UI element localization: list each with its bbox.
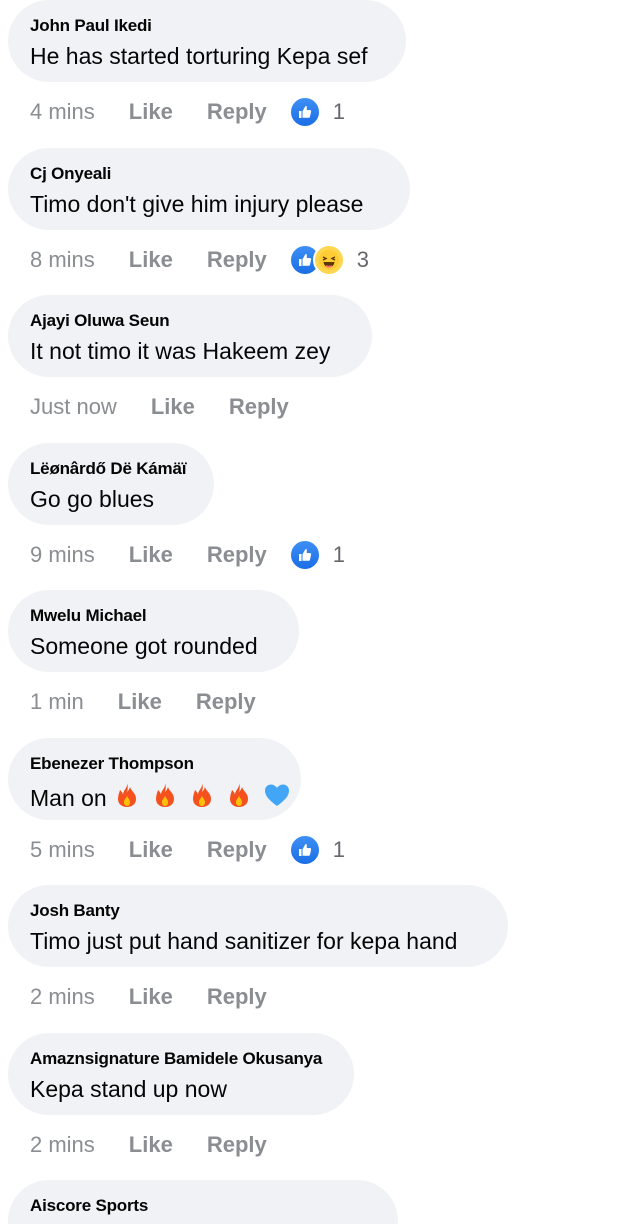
fire-icon — [230, 783, 249, 807]
comment-meta: 4 mins Like Reply 1 — [30, 96, 345, 128]
comment-time[interactable]: 2 mins — [30, 1132, 95, 1158]
comment-author[interactable]: Aiscore Sports — [30, 1196, 376, 1216]
comment-meta: 2 mins Like Reply — [30, 1130, 267, 1160]
comment-item: Josh Banty Timo just put hand sanitizer … — [0, 885, 617, 1032]
comment-meta: Just now Like Reply — [30, 392, 289, 422]
comment-item: Amaznsignature Bamidele Okusanya Kepa st… — [0, 1033, 617, 1180]
comment-author[interactable]: Josh Banty — [30, 901, 486, 921]
comment-item: John Paul Ikedi He has started torturing… — [0, 0, 617, 147]
comment-item: Ajayi Oluwa Seun It not timo it was Hake… — [0, 295, 617, 442]
reply-button[interactable]: Reply — [207, 1132, 267, 1158]
comment-text: Timo just put hand sanitizer for kepa ha… — [30, 928, 458, 954]
reply-button[interactable]: Reply — [229, 394, 289, 420]
comment-item: Aiscore Sports — [0, 1180, 617, 1224]
like-button[interactable]: Like — [129, 1132, 173, 1158]
comment-time[interactable]: 5 mins — [30, 837, 95, 863]
like-button[interactable]: Like — [129, 542, 173, 568]
reaction-count: 1 — [332, 542, 345, 567]
blue-heart-icon — [264, 784, 289, 806]
comment-time[interactable]: 2 mins — [30, 984, 95, 1010]
comment-time[interactable]: 8 mins — [30, 247, 95, 273]
like-button[interactable]: Like — [129, 837, 173, 863]
comment-bubble[interactable]: Amaznsignature Bamidele Okusanya Kepa st… — [8, 1033, 354, 1115]
comment-author[interactable]: Lëønârdő Dë Kámäï — [30, 459, 192, 479]
reaction-count: 1 — [332, 837, 345, 862]
reply-button[interactable]: Reply — [207, 837, 267, 863]
comment-author[interactable]: Cj Onyeali — [30, 164, 388, 184]
comment-bubble[interactable]: Aiscore Sports — [8, 1180, 398, 1224]
reply-button[interactable]: Reply — [207, 984, 267, 1010]
comment-author[interactable]: Amaznsignature Bamidele Okusanya — [30, 1049, 332, 1069]
comment-meta: 8 mins Like Reply 3 — [30, 244, 369, 276]
comment-meta: 5 mins Like Reply 1 — [30, 834, 345, 866]
comment-text: Man on — [30, 781, 289, 812]
reaction-summary[interactable]: 1 — [288, 539, 345, 571]
comment-bubble[interactable]: Lëønârdő Dë Kámäï Go go blues — [8, 443, 214, 525]
reaction-summary[interactable]: 1 — [288, 834, 345, 866]
like-button[interactable]: Like — [151, 394, 195, 420]
haha-reaction-icon — [312, 244, 345, 276]
comment-bubble[interactable]: Josh Banty Timo just put hand sanitizer … — [8, 885, 508, 967]
emoji-group — [113, 783, 294, 811]
like-button[interactable]: Like — [129, 984, 173, 1010]
comment-meta: 9 mins Like Reply 1 — [30, 539, 345, 571]
comment-item: Mwelu Michael Someone got rounded 1 min … — [0, 590, 617, 737]
like-button[interactable]: Like — [129, 247, 173, 273]
comment-text: Someone got rounded — [30, 633, 258, 659]
reaction-summary[interactable]: 1 — [288, 96, 345, 128]
reaction-summary[interactable]: 3 — [288, 244, 369, 276]
comment-bubble[interactable]: John Paul Ikedi He has started torturing… — [8, 0, 406, 82]
reaction-count: 3 — [356, 247, 369, 272]
comment-text: Timo don't give him injury please — [30, 191, 364, 217]
reply-button[interactable]: Reply — [207, 247, 267, 273]
fire-icon — [155, 783, 174, 807]
comment-bubble[interactable]: Ebenezer Thompson Man on — [8, 738, 301, 820]
fire-icon — [118, 783, 137, 807]
reply-button[interactable]: Reply — [207, 99, 267, 125]
comment-time[interactable]: 1 min — [30, 689, 84, 715]
comment-item: Cj Onyeali Timo don't give him injury pl… — [0, 148, 617, 295]
like-reaction-icon — [288, 539, 321, 571]
comment-item: Lëønârdő Dë Kámäï Go go blues 9 mins Lik… — [0, 443, 617, 590]
comment-text-content: Man on — [30, 785, 107, 811]
comment-bubble[interactable]: Ajayi Oluwa Seun It not timo it was Hake… — [8, 295, 372, 377]
comment-text: Go go blues — [30, 486, 155, 512]
comment-author[interactable]: John Paul Ikedi — [30, 16, 384, 36]
comment-meta: 1 min Like Reply — [30, 687, 256, 717]
comment-time[interactable]: 4 mins — [30, 99, 95, 125]
comment-meta: 2 mins Like Reply — [30, 982, 267, 1012]
comment-text: It not timo it was Hakeem zey — [30, 338, 331, 364]
comment-text: He has started torturing Kepa sef — [30, 43, 368, 69]
comment-text: Kepa stand up now — [30, 1076, 227, 1102]
comment-author[interactable]: Mwelu Michael — [30, 606, 277, 626]
comment-time[interactable]: Just now — [30, 394, 117, 420]
reply-button[interactable]: Reply — [196, 689, 256, 715]
like-reaction-icon — [288, 834, 321, 866]
comment-author[interactable]: Ajayi Oluwa Seun — [30, 311, 350, 331]
fire-icon — [192, 783, 211, 807]
comment-time[interactable]: 9 mins — [30, 542, 95, 568]
like-reaction-icon — [288, 96, 321, 128]
reaction-count: 1 — [332, 99, 345, 124]
comment-bubble[interactable]: Cj Onyeali Timo don't give him injury pl… — [8, 148, 410, 230]
reply-button[interactable]: Reply — [207, 542, 267, 568]
like-button[interactable]: Like — [118, 689, 162, 715]
comment-item: Ebenezer Thompson Man on 5 mins Like Rep… — [0, 738, 617, 885]
comment-bubble[interactable]: Mwelu Michael Someone got rounded — [8, 590, 299, 672]
like-button[interactable]: Like — [129, 99, 173, 125]
comment-author[interactable]: Ebenezer Thompson — [30, 754, 279, 774]
